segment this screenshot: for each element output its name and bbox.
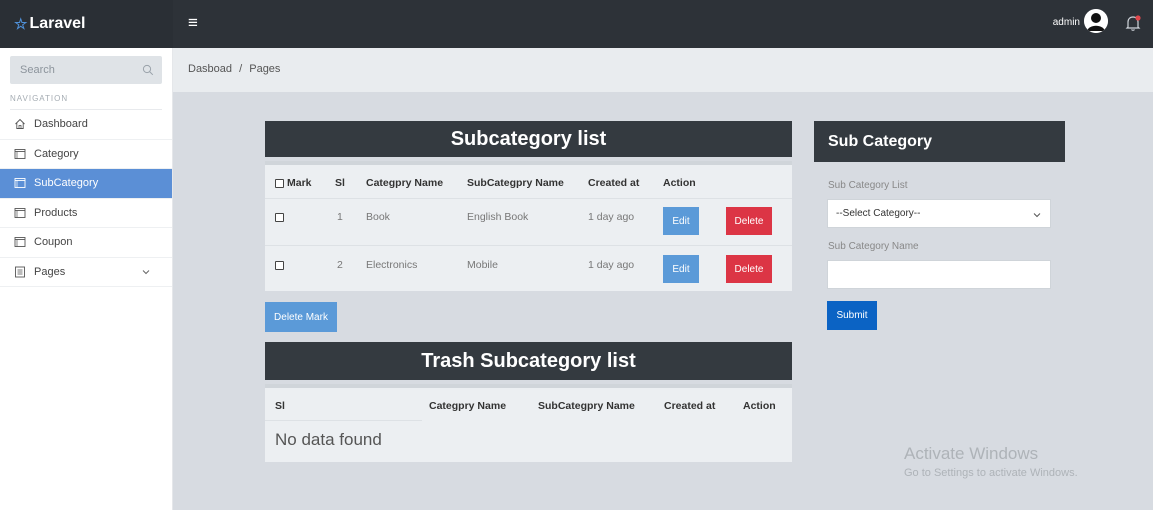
sidebar-item-label: Dashboard [34,118,88,131]
search-input[interactable] [10,56,162,84]
top-bar: ☆ Laravel ≡ admin [0,0,1153,48]
sidebar-item-category[interactable]: Category [0,140,172,169]
user-name[interactable]: admin [1053,17,1080,28]
edit-button[interactable]: Edit [663,207,699,235]
trash-list-title: Trash Subcategory list [265,342,792,380]
edit-button[interactable]: Edit [663,255,699,283]
delete-button[interactable]: Delete [726,255,772,283]
row-checkbox[interactable] [275,213,284,222]
bell-icon[interactable] [1123,13,1143,33]
column-header-subcategory: SubCategpry Name [467,177,564,189]
sidebar-nav: Dashboard Category SubCategory Products … [0,110,172,287]
column-header-sl: Sl [335,177,345,189]
breadcrumb-root[interactable]: Dasboad [188,63,232,75]
form-title-text: Sub Category [828,132,933,150]
column-header-category: Categpry Name [429,400,507,412]
sidebar-item-label: Products [34,206,78,219]
column-header-category: Categpry Name [366,177,444,189]
sidebar: NAVIGATION Dashboard Category SubCategor… [0,48,173,510]
sidebar-item-label: Pages [34,265,66,278]
sidebar-item-dashboard[interactable]: Dashboard [0,110,172,140]
row-subcategory: English Book [467,211,529,223]
hamburger-icon[interactable]: ≡ [188,14,198,31]
subcategory-list-title-text: Subcategory list [450,127,607,150]
subcategory-list-title: Subcategory list [265,121,792,157]
empty-state-text: No data found [275,430,382,449]
row-sl: 1 [337,211,343,223]
row-checkbox[interactable] [275,261,284,270]
column-header-action: Action [743,400,776,412]
mark-all-checkbox[interactable] [275,179,284,188]
sub-category-list-label: Sub Category List [828,180,908,191]
row-created: 1 day ago [588,259,635,271]
window-icon [14,207,26,218]
document-icon [15,266,25,278]
column-header-sl: Sl [275,400,285,412]
column-header-action: Action [663,177,696,189]
window-icon [14,148,26,159]
subcategory-table: Mark Sl Categpry Name SubCategpry Name C… [265,161,792,291]
home-icon [15,119,25,130]
activate-windows-subtitle: Go to Settings to activate Windows. [904,467,1078,479]
sidebar-item-label: Category [34,147,79,160]
chevron-down-icon [1033,213,1041,218]
column-header-mark: Mark [287,177,312,189]
sub-category-name-input[interactable] [827,260,1051,289]
row-category: Book [366,211,390,223]
form-title: Sub Category [814,121,1065,162]
delete-mark-button[interactable]: Delete Mark [265,302,337,332]
sidebar-item-coupon[interactable]: Coupon [0,228,172,258]
category-select-value: --Select Category-- [836,208,921,219]
sidebar-item-label: SubCategory [34,177,99,190]
submit-button[interactable]: Submit [827,301,877,330]
brand[interactable]: ☆ Laravel [0,0,173,48]
sub-category-name-label: Sub Category Name [828,241,919,252]
nav-section-label: NAVIGATION [10,94,69,103]
star-icon: ☆ [14,16,28,33]
chevron-down-icon [142,269,150,274]
row-divider [265,198,792,199]
sidebar-item-subcategory[interactable]: SubCategory [0,169,172,199]
brand-name: Laravel [29,15,86,32]
column-header-subcategory: SubCategpry Name [538,400,635,412]
row-divider [265,245,792,246]
row-created: 1 day ago [588,211,635,223]
user-avatar-icon[interactable] [1084,9,1108,33]
window-icon [14,237,26,248]
trash-list-title-text: Trash Subcategory list [421,349,636,372]
trash-table: Sl Categpry Name SubCategpry Name Create… [265,384,792,462]
sidebar-item-products[interactable]: Products [0,199,172,228]
delete-button[interactable]: Delete [726,207,772,235]
sidebar-item-pages[interactable]: Pages [0,258,172,287]
row-divider [265,420,422,421]
row-subcategory: Mobile [467,259,498,271]
search-icon[interactable] [142,64,154,76]
row-sl: 2 [337,259,343,271]
column-header-created: Created at [664,400,716,412]
breadcrumb: Dasboad / Pages [173,48,1153,92]
breadcrumb-separator: / [239,63,243,75]
column-header-created: Created at [588,177,640,189]
row-category: Electronics [366,259,418,271]
category-select[interactable]: --Select Category-- [827,199,1051,228]
window-icon [14,178,26,189]
activate-windows-title: Activate Windows [904,444,1039,463]
search-box [10,56,162,84]
sidebar-item-label: Coupon [34,236,73,249]
breadcrumb-current: Pages [249,63,281,75]
